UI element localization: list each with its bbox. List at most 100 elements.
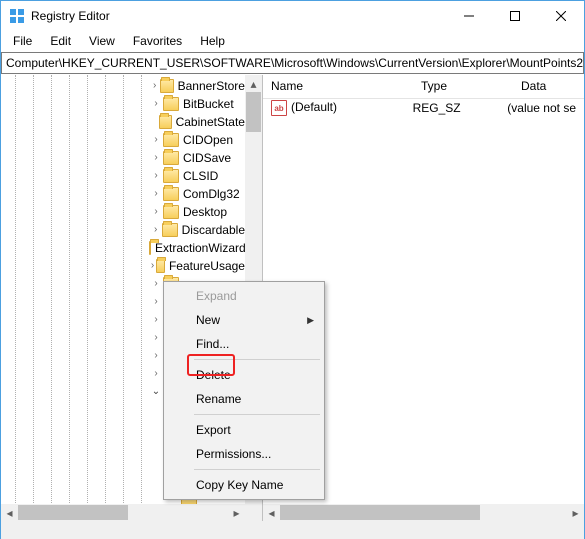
- expand-icon[interactable]: ›: [149, 333, 163, 343]
- column-name[interactable]: Name: [263, 75, 413, 98]
- ctx-permissions-label: Permissions...: [196, 447, 271, 461]
- ctx-new-label: New: [196, 313, 220, 327]
- list-row[interactable]: ab (Default) REG_SZ (value not se: [263, 99, 584, 117]
- ctx-expand-label: Expand: [196, 289, 237, 303]
- menu-file[interactable]: File: [5, 32, 40, 50]
- tree-item[interactable]: ExtractionWizard: [1, 239, 245, 257]
- folder-icon: [162, 223, 177, 237]
- title-bar: Registry Editor: [1, 1, 584, 31]
- status-bar: [1, 521, 584, 539]
- expand-icon[interactable]: ›: [149, 261, 156, 271]
- address-bar[interactable]: Computer\HKEY_CURRENT_USER\SOFTWARE\Micr…: [1, 52, 584, 74]
- value-name-cell: ab (Default): [263, 100, 405, 116]
- expand-icon[interactable]: ›: [149, 369, 163, 379]
- scroll-right-icon[interactable]: ▸: [228, 504, 245, 521]
- column-type[interactable]: Type: [413, 75, 513, 98]
- tree-item-label: ComDlg32: [183, 187, 240, 201]
- tree-item-label: CIDOpen: [183, 133, 233, 147]
- expand-icon[interactable]: ›: [149, 315, 163, 325]
- tree-item[interactable]: › BannerStore: [1, 77, 245, 95]
- expand-icon[interactable]: ›: [149, 225, 162, 235]
- tree-item[interactable]: › Discardable: [1, 221, 245, 239]
- tree-item[interactable]: › BitBucket: [1, 95, 245, 113]
- annotation-highlight: [187, 354, 235, 376]
- expand-icon[interactable]: ›: [149, 135, 163, 145]
- scroll-corner: [245, 504, 262, 521]
- collapse-icon[interactable]: ⌄: [149, 387, 163, 397]
- tree-item[interactable]: › CLSID: [1, 167, 245, 185]
- menu-edit[interactable]: Edit: [42, 32, 79, 50]
- tree-item-label: BitBucket: [183, 97, 234, 111]
- ctx-new[interactable]: New ▶: [166, 308, 322, 332]
- scroll-right-icon[interactable]: ▸: [567, 504, 584, 521]
- folder-icon: [159, 115, 171, 129]
- ctx-export[interactable]: Export: [166, 418, 322, 442]
- expand-icon[interactable]: ›: [149, 99, 163, 109]
- app-icon: [9, 8, 25, 24]
- menu-bar: File Edit View Favorites Help: [1, 31, 584, 51]
- tree-item[interactable]: › CIDOpen: [1, 131, 245, 149]
- ctx-find[interactable]: Find...: [166, 332, 322, 356]
- tree-horizontal-scrollbar[interactable]: ◂ ▸: [1, 504, 245, 521]
- ctx-permissions[interactable]: Permissions...: [166, 442, 322, 466]
- expand-icon[interactable]: ›: [149, 207, 163, 217]
- folder-icon: [163, 133, 179, 147]
- tree-item-label: ExtractionWizard: [155, 241, 245, 255]
- tree-item[interactable]: › Desktop: [1, 203, 245, 221]
- expand-icon[interactable]: ›: [149, 351, 163, 361]
- folder-icon: [163, 187, 179, 201]
- context-menu: Expand New▶ Find... Delete Rename Export…: [163, 281, 325, 500]
- tree-item-label: CLSID: [183, 169, 218, 183]
- tree-item[interactable]: CabinetState: [1, 113, 245, 131]
- scroll-left-icon[interactable]: ◂: [263, 504, 280, 521]
- tree-item-label: FeatureUsage: [169, 259, 245, 273]
- list-header: Name Type Data: [263, 75, 584, 99]
- value-type: REG_SZ: [405, 101, 500, 115]
- expand-icon[interactable]: ›: [149, 189, 163, 199]
- expand-icon[interactable]: ›: [149, 171, 163, 181]
- ctx-copy-label: Copy Key Name: [196, 478, 283, 492]
- expand-icon[interactable]: ›: [149, 153, 163, 163]
- address-text: Computer\HKEY_CURRENT_USER\SOFTWARE\Micr…: [6, 56, 584, 70]
- tree-item-label: Discardable: [182, 223, 245, 237]
- value-data: (value not se: [499, 101, 584, 115]
- ctx-copy-key-name[interactable]: Copy Key Name: [166, 473, 322, 497]
- expand-icon[interactable]: ›: [149, 279, 163, 289]
- tree-item[interactable]: › CIDSave: [1, 149, 245, 167]
- folder-icon: [156, 259, 165, 273]
- submenu-arrow-icon: ▶: [307, 315, 314, 326]
- folder-icon: [163, 97, 179, 111]
- expand-icon[interactable]: ›: [149, 297, 163, 307]
- folder-icon: [163, 205, 179, 219]
- string-value-icon: ab: [271, 100, 287, 116]
- tree-item-label: BannerStore: [178, 79, 245, 93]
- ctx-separator: [194, 414, 320, 415]
- tree-item[interactable]: › FeatureUsage: [1, 257, 245, 275]
- window-title: Registry Editor: [31, 9, 446, 23]
- list-horizontal-scrollbar[interactable]: ◂ ▸: [263, 504, 584, 521]
- tree-item-label: Desktop: [183, 205, 227, 219]
- folder-icon: [149, 241, 151, 255]
- maximize-button[interactable]: [492, 1, 538, 31]
- ctx-export-label: Export: [196, 423, 231, 437]
- close-button[interactable]: [538, 1, 584, 31]
- ctx-rename[interactable]: Rename: [166, 387, 322, 411]
- value-name: (Default): [291, 100, 337, 114]
- column-data[interactable]: Data: [513, 75, 584, 98]
- scroll-up-icon[interactable]: ▴: [245, 75, 262, 92]
- menu-view[interactable]: View: [81, 32, 123, 50]
- tree-item[interactable]: › ComDlg32: [1, 185, 245, 203]
- ctx-rename-label: Rename: [196, 392, 241, 406]
- folder-icon: [163, 151, 179, 165]
- ctx-find-label: Find...: [196, 337, 229, 351]
- menu-help[interactable]: Help: [192, 32, 233, 50]
- scroll-left-icon[interactable]: ◂: [1, 504, 18, 521]
- menu-favorites[interactable]: Favorites: [125, 32, 190, 50]
- minimize-button[interactable]: [446, 1, 492, 31]
- ctx-separator: [194, 469, 320, 470]
- ctx-expand[interactable]: Expand: [166, 284, 322, 308]
- expand-icon[interactable]: ›: [149, 81, 160, 91]
- tree-item-label: CIDSave: [183, 151, 231, 165]
- window-controls: [446, 1, 584, 31]
- folder-icon: [163, 169, 179, 183]
